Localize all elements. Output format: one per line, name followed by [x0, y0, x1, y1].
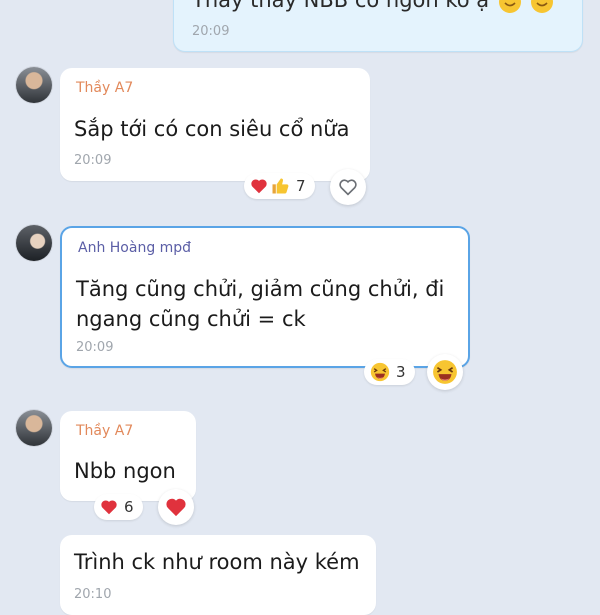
message-text: Sắp tới có con siêu cổ nữa [74, 117, 350, 141]
reaction-summary[interactable]: 3 [364, 359, 415, 385]
message-bubble[interactable]: Thầy A7 Nbb ngon [60, 411, 196, 501]
message-text: Nbb ngon [74, 459, 176, 483]
heart-icon [165, 497, 187, 517]
smile-emoji-icon [530, 0, 554, 14]
react-button[interactable] [158, 489, 194, 525]
reaction-count: 7 [296, 177, 306, 195]
reaction-count: 6 [124, 498, 134, 516]
message-text-line-2: ngang cũng chửi = ck [76, 307, 306, 331]
avatar[interactable] [16, 67, 52, 103]
message-text: Trình ck như room này kém [74, 550, 360, 574]
message-time: 20:09 [74, 153, 112, 168]
avatar[interactable] [16, 225, 52, 261]
laughing-emoji-icon [432, 359, 458, 385]
reaction-summary[interactable]: 6 [94, 494, 143, 520]
react-button[interactable] [330, 169, 366, 205]
chat-message-list[interactable]: Thầy thầy NBB có ngon ko ạ 20:09 Thầy A7… [0, 0, 600, 615]
react-button[interactable] [427, 354, 463, 390]
heart-outline-icon [338, 178, 358, 196]
message-bubble[interactable]: Anh Hoàng mpđ Tăng cũng chửi, giảm cũng … [60, 226, 470, 368]
message-text-line-1: Tăng cũng chửi, giảm cũng chửi, đi [76, 277, 445, 301]
message-bubble[interactable]: Trình ck như room này kém 20:10 [60, 535, 376, 615]
message-time: 20:09 [76, 340, 114, 355]
sender-name[interactable]: Anh Hoàng mpđ [78, 240, 191, 256]
sender-name[interactable]: Thầy A7 [76, 80, 133, 96]
heart-icon [250, 178, 268, 194]
avatar[interactable] [16, 410, 52, 446]
sender-name[interactable]: Thầy A7 [76, 423, 133, 439]
own-message-bubble[interactable]: Thầy thầy NBB có ngon ko ạ 20:09 [173, 0, 583, 52]
smile-emoji-icon [498, 0, 522, 14]
message-text: Thầy thầy NBB có ngon ko ạ [192, 0, 490, 12]
heart-icon [100, 499, 118, 515]
message-time: 20:09 [192, 24, 230, 39]
reaction-summary[interactable]: 7 [244, 173, 315, 199]
laughing-emoji-icon [370, 362, 390, 382]
thumbs-up-icon [270, 176, 290, 196]
message-bubble[interactable]: Thầy A7 Sắp tới có con siêu cổ nữa 20:09 [60, 68, 370, 181]
reaction-count: 3 [396, 363, 406, 381]
